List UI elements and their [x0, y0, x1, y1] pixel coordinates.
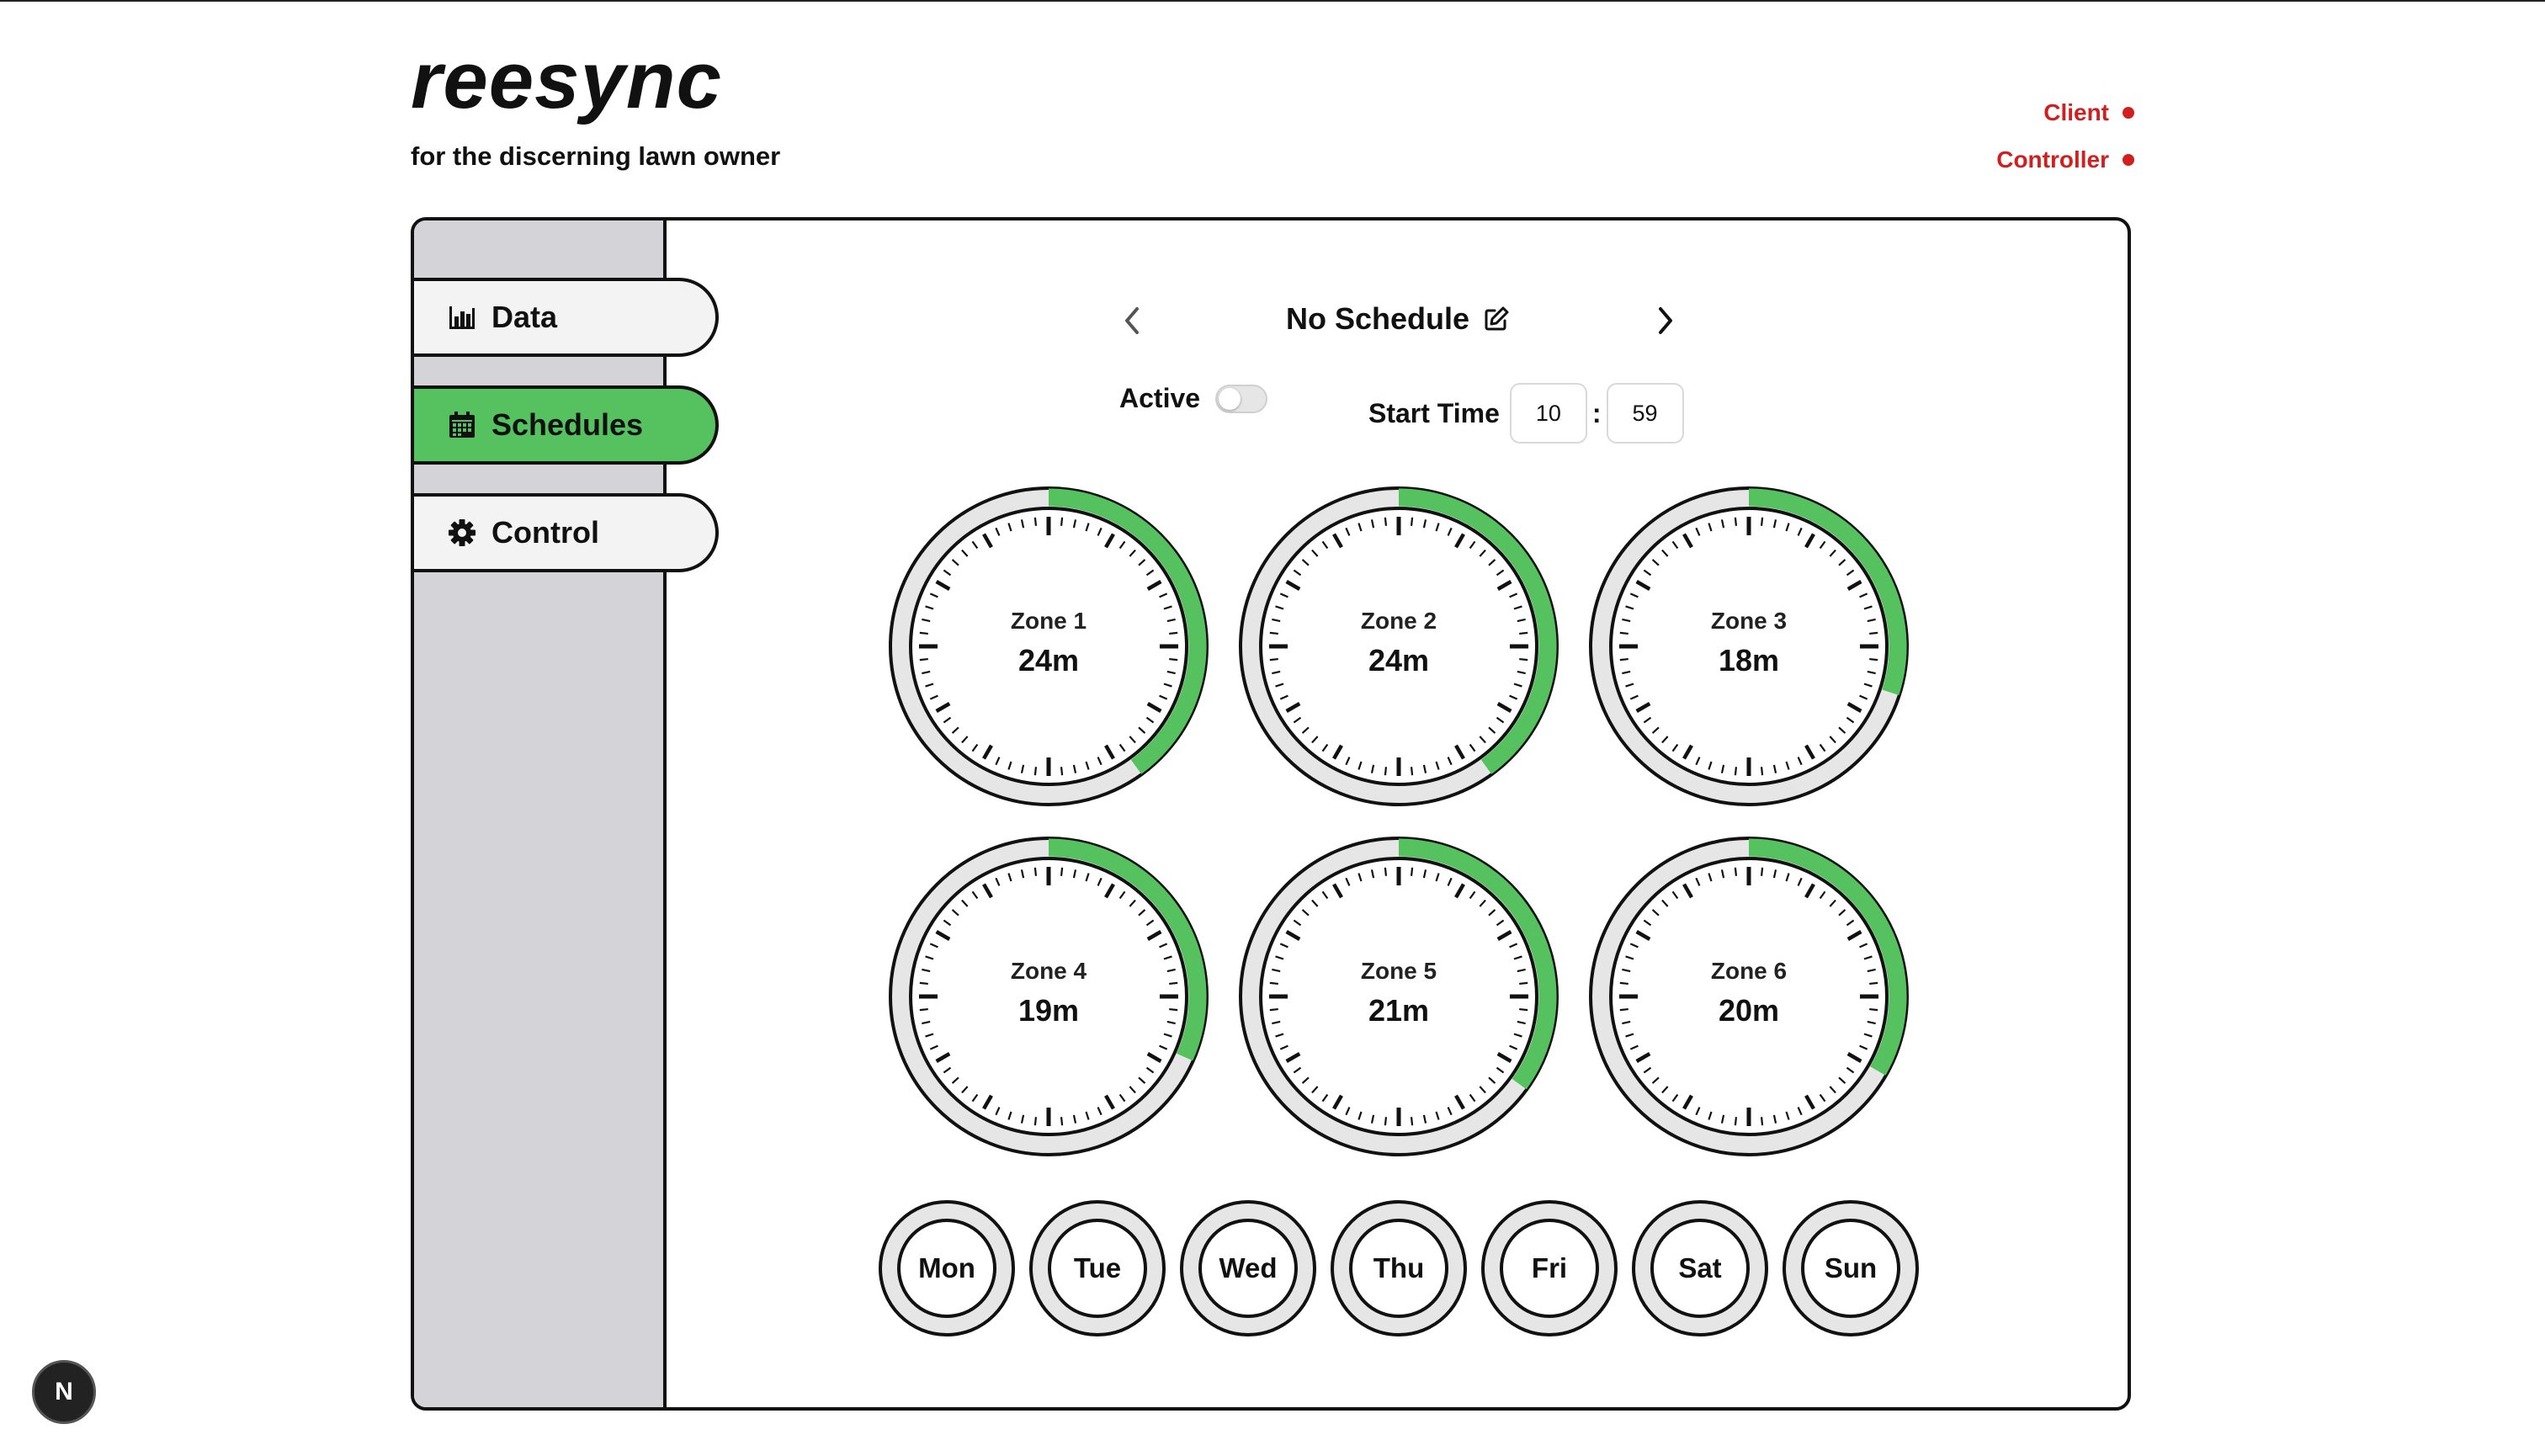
- dial-tick: [1734, 767, 1738, 776]
- dial-tick: [1033, 1117, 1038, 1126]
- chevron-right-icon: [1659, 307, 1672, 334]
- day-toggle-thu[interactable]: Thu: [1331, 1200, 1467, 1336]
- nav-control-button[interactable]: Control: [414, 493, 719, 572]
- zone-dial-3[interactable]: Zone 3 18m: [1587, 485, 1910, 808]
- day-label: Wed: [1198, 1219, 1298, 1318]
- zone-label: Zone 2: [1360, 608, 1437, 634]
- dial-tick: [1734, 1117, 1738, 1126]
- nav-schedules-button[interactable]: Schedules: [414, 385, 719, 465]
- start-minute-input[interactable]: 59: [1606, 383, 1684, 444]
- calendar-icon: [449, 412, 475, 438]
- nav-data-label: Data: [491, 300, 558, 334]
- day-toggle-sun[interactable]: Sun: [1783, 1200, 1919, 1336]
- dial-tick: [1760, 1117, 1764, 1126]
- nav-data-button[interactable]: Data: [414, 278, 719, 357]
- day-label: Sun: [1801, 1219, 1900, 1318]
- brand-title: reesync: [411, 35, 722, 125]
- dial-tick: [1734, 867, 1738, 876]
- day-toggle-wed[interactable]: Wed: [1180, 1200, 1316, 1336]
- client-status-label: Client: [2043, 99, 2109, 125]
- zone-dial-1[interactable]: Zone 1 24m: [887, 485, 1210, 808]
- zone-dial-6[interactable]: Zone 6 20m: [1587, 835, 1910, 1158]
- time-separator: :: [1591, 397, 1602, 428]
- client-status-dot: [2123, 107, 2134, 119]
- dial-tick: [1760, 767, 1764, 776]
- dial-tick: [1060, 1117, 1064, 1126]
- start-time-row: Start Time 10 : 59: [1368, 383, 1684, 444]
- dial-tick: [1384, 517, 1388, 526]
- zone-duration: 21m: [1368, 993, 1430, 1028]
- nav-control-label: Control: [491, 515, 599, 550]
- zone-duration: 19m: [1017, 993, 1080, 1028]
- previous-schedule-button[interactable]: [1113, 300, 1153, 341]
- controller-status: Controller: [1996, 146, 2134, 173]
- dial-tick: [1734, 517, 1738, 526]
- active-toggle[interactable]: [1215, 384, 1268, 413]
- bar-chart-icon: [449, 306, 475, 329]
- dial-tick: [1384, 1117, 1388, 1126]
- schedule-title: No Schedule: [1286, 301, 1470, 336]
- zone-duration: 24m: [1017, 643, 1080, 678]
- active-row: Active: [1119, 383, 1268, 414]
- dial-tick: [1384, 867, 1388, 876]
- zone-dial-4[interactable]: Zone 4 19m: [887, 835, 1210, 1158]
- zone-dial-5[interactable]: Zone 5 21m: [1237, 835, 1560, 1158]
- brand-tagline: for the discerning lawn owner: [411, 141, 781, 171]
- day-toggle-fri[interactable]: Fri: [1481, 1200, 1618, 1336]
- start-time-label: Start Time: [1368, 397, 1500, 428]
- controller-status-dot: [2123, 154, 2134, 166]
- edit-icon[interactable]: [1483, 306, 1510, 332]
- day-label: Thu: [1349, 1219, 1448, 1318]
- dial-tick: [1410, 767, 1414, 776]
- zone-label: Zone 1: [1010, 608, 1087, 634]
- day-toggle-mon[interactable]: Mon: [879, 1200, 1015, 1336]
- dial-tick: [1760, 867, 1764, 876]
- zone-dial-2[interactable]: Zone 2 24m: [1237, 485, 1560, 808]
- dial-tick: [1060, 767, 1064, 776]
- dial-tick: [1033, 517, 1038, 526]
- active-label: Active: [1119, 383, 1201, 413]
- dial-tick: [1060, 517, 1064, 526]
- zone-label: Zone 4: [1010, 958, 1087, 984]
- top-border: [0, 0, 2545, 2]
- client-status: Client: [2043, 99, 2134, 126]
- dial-tick: [1033, 767, 1038, 776]
- nav-schedules-label: Schedules: [491, 407, 644, 442]
- dial-tick: [1410, 1117, 1414, 1126]
- day-toggle-tue[interactable]: Tue: [1029, 1200, 1166, 1336]
- dial-tick: [1760, 517, 1764, 526]
- chevron-left-icon: [1125, 307, 1139, 334]
- zone-label: Zone 6: [1710, 958, 1788, 984]
- gear-icon: [449, 519, 476, 546]
- next-schedule-button[interactable]: [1644, 300, 1685, 341]
- day-label: Fri: [1500, 1219, 1599, 1318]
- schedule-title-group: No Schedule: [1286, 301, 1510, 337]
- start-hour-input[interactable]: 10: [1509, 383, 1587, 444]
- controller-status-label: Controller: [1996, 146, 2109, 173]
- toggle-knob: [1219, 387, 1241, 410]
- zone-duration: 18m: [1718, 643, 1780, 678]
- day-label: Tue: [1048, 1219, 1147, 1318]
- dial-tick: [1060, 867, 1064, 876]
- dial-tick: [1410, 517, 1414, 526]
- day-label: Sat: [1650, 1219, 1750, 1318]
- zone-duration: 20m: [1718, 993, 1780, 1028]
- zone-duration: 24m: [1368, 643, 1430, 678]
- zone-label: Zone 3: [1710, 608, 1788, 634]
- dial-tick: [1384, 767, 1388, 776]
- day-toggle-sat[interactable]: Sat: [1632, 1200, 1768, 1336]
- dev-tools-badge[interactable]: N: [32, 1360, 96, 1424]
- day-label: Mon: [897, 1219, 996, 1318]
- dial-tick: [1410, 867, 1414, 876]
- zone-label: Zone 5: [1360, 958, 1437, 984]
- dial-tick: [1033, 867, 1038, 876]
